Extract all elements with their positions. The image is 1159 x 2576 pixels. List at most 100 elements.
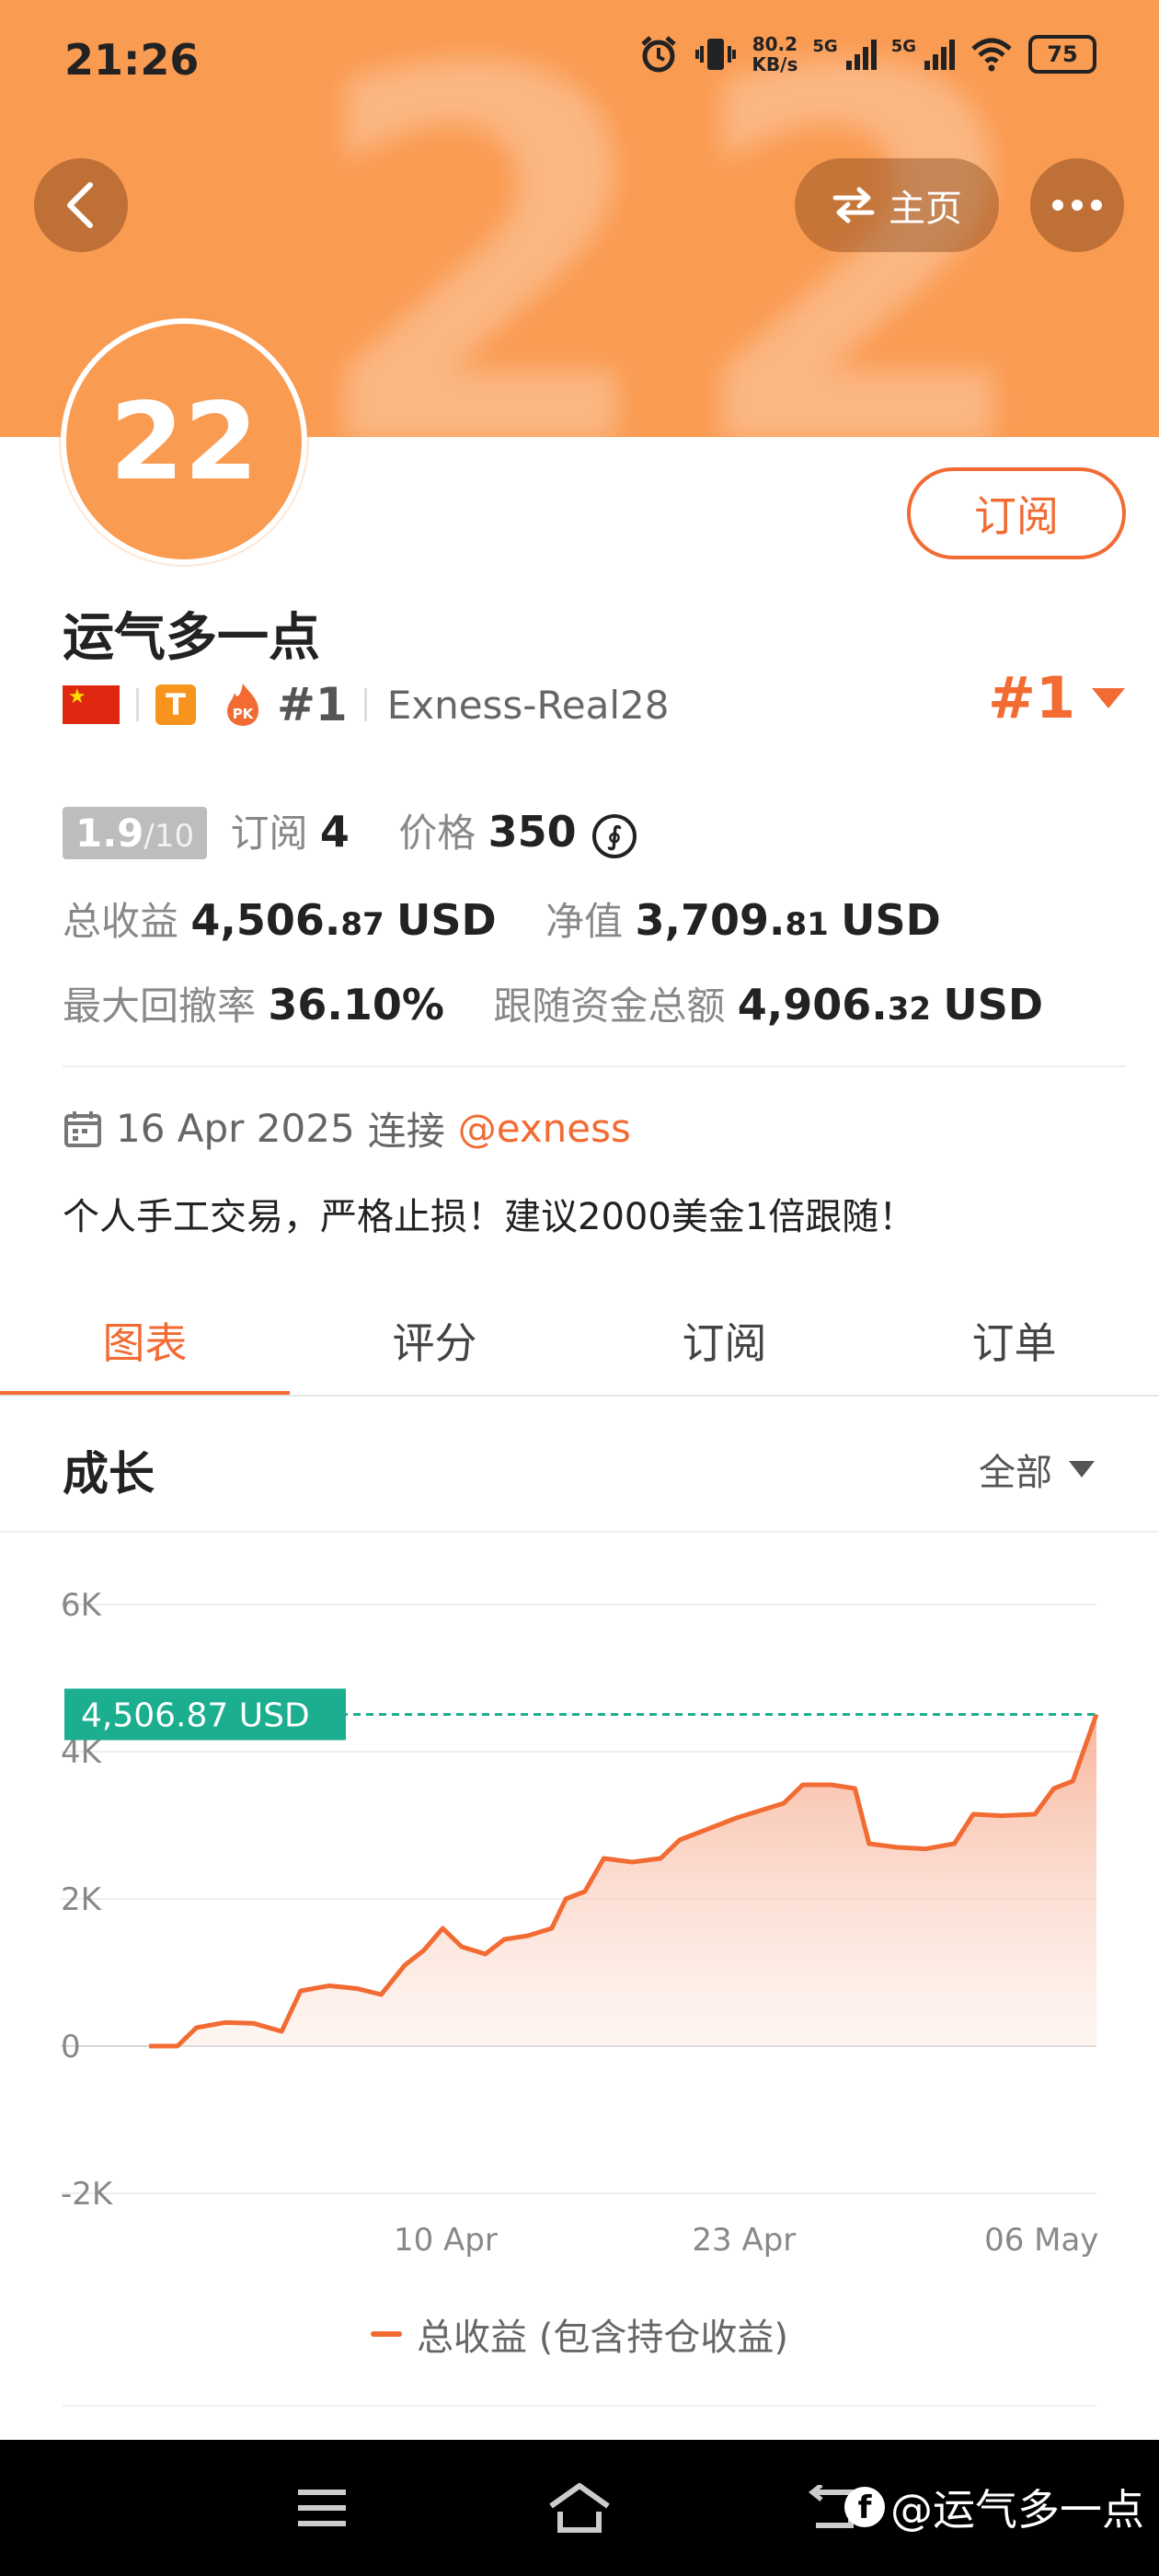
tab-chart[interactable]: 图表 (0, 1282, 290, 1397)
legend-label: 总收益 (包含持仓收益) (417, 2317, 788, 2359)
home-page-button[interactable]: 主页 (795, 158, 999, 252)
caret-down-icon (1092, 687, 1126, 708)
alarm-icon (641, 36, 677, 73)
y-tick-label: 2K (61, 1881, 103, 1918)
server-name: Exness-Real28 (386, 682, 670, 728)
network-speed: 80.2 KB/s (752, 34, 798, 75)
subscriptions-value: 4 (319, 807, 350, 857)
total-profit-int: 4,506. (190, 895, 341, 945)
subscriptions-label: 订阅 (230, 811, 308, 856)
chart-bottom-divider (63, 2405, 1096, 2407)
wifi-icon (971, 38, 1012, 72)
total-profit-dec: 87 (340, 906, 384, 943)
rank-dropdown-label: #1 (988, 664, 1076, 731)
tab-orders[interactable]: 订单 (869, 1282, 1159, 1397)
equity-unit: USD (841, 895, 941, 945)
stats-row-3: 最大回撤率 36.10% 跟随资金总额 4,906.32 USD (63, 975, 1111, 1031)
rank-dropdown[interactable]: #1 (988, 664, 1126, 731)
vibrate-icon (695, 39, 737, 70)
home-icon (549, 2483, 610, 2533)
swap-arrows-icon (832, 187, 875, 224)
score-max: /10 (143, 818, 195, 855)
calendar-icon (64, 1110, 101, 1147)
series-area (149, 1714, 1096, 2046)
connected-label: 连接 (367, 1109, 445, 1154)
more-dot-icon (1052, 200, 1063, 211)
more-dot-icon (1072, 200, 1083, 211)
stats-row-2: 总收益 4,506.87 USD 净值 3,709.81 USD (63, 891, 1111, 947)
bio-text: 个人手工交易，严格止损！建议2000美金1倍跟随！ (63, 1196, 916, 1238)
facebook-logo-icon: f (844, 2487, 885, 2527)
y-tick-label: 6K (61, 1587, 103, 1624)
tab-rating[interactable]: 评分 (290, 1282, 580, 1397)
range-dropdown[interactable]: 全部 (979, 1443, 1095, 1496)
x-tick-label: 10 Apr (394, 2222, 498, 2259)
stats-divider (63, 1065, 1126, 1067)
avatar[interactable]: 22 (61, 318, 307, 565)
follow-funds-label: 跟随资金总额 (493, 983, 726, 1029)
section-divider (0, 1531, 1159, 1533)
total-profit-label: 总收益 (63, 899, 179, 944)
china-flag-icon: ★ (63, 685, 120, 724)
max-drawdown-value: 36.10% (268, 980, 444, 1029)
y-tick-label: 0 (61, 2029, 81, 2065)
legend-line-icon (371, 2331, 403, 2337)
status-icons: 80.2 KB/s 5G 5G 75 (637, 33, 1096, 75)
signal-icon (845, 40, 877, 70)
equity-dec: 81 (785, 906, 829, 943)
watermark: f @运气多一点 (844, 2477, 1144, 2537)
score-value: 1.9 (75, 811, 144, 856)
network-speed-value: 80.2 (752, 33, 798, 55)
x-tick-label: 06 May (984, 2222, 1098, 2259)
total-profit-unit: USD (396, 895, 497, 945)
profile-badges: ★ T PK #1 Exness-Real28 (63, 678, 670, 731)
home-nav-button[interactable] (534, 2440, 625, 2576)
status-bar: 21:26 80.2 KB/s 5G 5G 75 (0, 0, 1159, 120)
tab-subscriptions[interactable]: 订阅 (580, 1282, 869, 1397)
score-badge: 1.9/10 (63, 807, 208, 859)
follow-funds-unit: USD (943, 980, 1044, 1029)
battery-indicator: 75 (1028, 35, 1096, 74)
growth-chart: 6K4K2K0-2K10 Apr 23 Apr 06 May4,506.87 USD (61, 1587, 1098, 2259)
pk-badge-text: PK (233, 706, 255, 722)
max-drawdown-label: 最大回撤率 (63, 983, 257, 1029)
broker-link[interactable]: @exness (458, 1106, 631, 1151)
tab-bar-border (0, 1395, 1159, 1397)
connection-info: 16 Apr 2025 连接 @exness (63, 1100, 631, 1156)
current-value-text: 4,506.87 USD (81, 1696, 310, 1734)
y-tick-label: -2K (61, 2176, 114, 2213)
x-tick-label: 23 Apr (692, 2222, 796, 2259)
section-title: 成长 (63, 1447, 155, 1501)
chart-legend: 总收益 (包含持仓收益) (0, 2307, 1159, 2361)
username: 运气多一点 (63, 608, 320, 668)
network-speed-unit: KB/s (752, 53, 798, 75)
pk-flame-badge-icon: PK (227, 684, 258, 726)
signal-icon-2 (924, 40, 955, 70)
home-page-label: 主页 (889, 188, 962, 230)
menu-icon (298, 2490, 346, 2526)
equity-int: 3,709. (635, 895, 786, 945)
status-time: 21:26 (64, 35, 200, 85)
trader-badge-icon: T (155, 684, 196, 725)
watermark-text: @运气多一点 (890, 2485, 1144, 2535)
more-options-button[interactable] (1030, 158, 1124, 252)
subscribe-button[interactable]: 订阅 (907, 467, 1126, 559)
caret-down-icon (1069, 1461, 1095, 1478)
price-value: 350 (488, 807, 577, 857)
chevron-left-icon (67, 182, 93, 228)
follow-funds-dec: 32 (887, 991, 932, 1028)
rank-label: #1 (277, 678, 348, 731)
stats-row-1: 1.9/10 订阅 4 价格 350 ∮ (63, 802, 1111, 859)
equity-label: 净值 (545, 899, 624, 944)
badge-divider (136, 688, 139, 721)
menu-nav-button[interactable] (276, 2440, 368, 2576)
sim1-label: 5G (812, 36, 838, 56)
back-button[interactable] (34, 158, 128, 252)
coin-icon: ∮ (592, 813, 637, 858)
connection-date: 16 Apr 2025 (116, 1106, 355, 1151)
tab-bar: 图表 评分 订阅 订单 (0, 1282, 1159, 1397)
badge-divider (363, 688, 367, 721)
follow-funds-int: 4,906. (737, 980, 888, 1029)
price-label: 价格 (398, 811, 476, 856)
sim2-label: 5G (890, 36, 916, 56)
